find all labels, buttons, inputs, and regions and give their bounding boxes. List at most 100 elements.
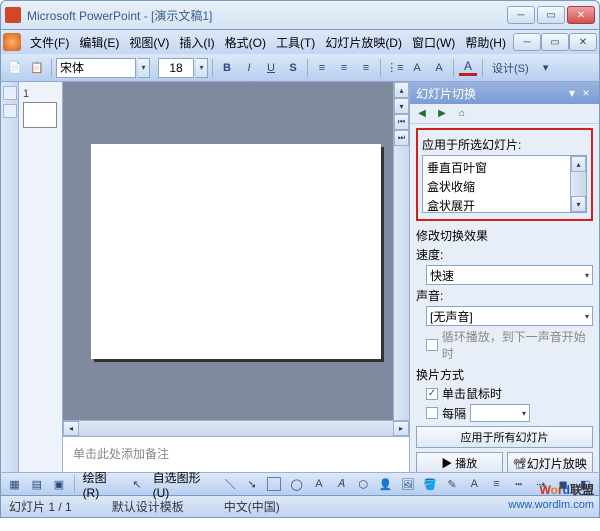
decrease-font-icon[interactable]: A — [429, 58, 449, 78]
onclick-checkbox[interactable]: ✓ — [426, 388, 438, 400]
view-sorter-icon[interactable]: ▤ — [27, 474, 46, 494]
vertical-scrollbar[interactable]: ▴ ▾ ⏮ ⏭ — [393, 82, 409, 420]
taskpane-menu-icon[interactable]: ▾ — [565, 86, 579, 100]
doc-close[interactable]: ✕ — [569, 33, 597, 51]
loop-label: 循环播放，到下一声音开始时 — [442, 328, 593, 362]
nav-forward-icon[interactable]: ▶ — [434, 106, 450, 122]
menu-help[interactable]: 帮助(H) — [460, 32, 511, 53]
font-color-icon2[interactable]: A — [465, 474, 484, 494]
scroll-left-icon[interactable]: ◂ — [63, 421, 79, 436]
transition-item[interactable]: 垂直百叶窗 — [427, 158, 566, 177]
bullets-icon[interactable]: ⋮≡ — [385, 58, 405, 78]
align-left-icon[interactable]: ≡ — [312, 58, 332, 78]
speed-label: 速度: — [416, 246, 450, 263]
interval-input[interactable]: ▾ — [470, 404, 530, 422]
menu-format[interactable]: 格式(O) — [220, 32, 271, 53]
prev-slide-icon[interactable]: ⏮ — [394, 114, 409, 130]
underline-button[interactable]: U — [261, 58, 281, 78]
transition-item[interactable]: 盒状展开 — [427, 196, 566, 215]
select-icon[interactable]: ↖ — [127, 474, 146, 494]
design-button[interactable]: 设计(S) — [487, 58, 534, 78]
menu-file[interactable]: 文件(F) — [25, 32, 74, 53]
textbox-icon[interactable]: A — [309, 474, 328, 494]
wordart-icon[interactable]: 𝐴 — [331, 474, 350, 494]
fontsize-dropdown[interactable]: ▾ — [196, 58, 208, 78]
font-color-icon[interactable]: A — [458, 58, 478, 78]
loop-checkbox[interactable] — [426, 339, 438, 351]
line-color-icon[interactable]: ✎ — [443, 474, 462, 494]
scroll-down-icon[interactable]: ▾ — [394, 98, 409, 114]
close-button[interactable]: ✕ — [567, 6, 595, 24]
view-normal-icon[interactable]: ▦ — [5, 474, 24, 494]
scroll-right-icon[interactable]: ▸ — [393, 421, 409, 436]
dash-style-icon[interactable]: ┅ — [509, 474, 528, 494]
diagram-icon[interactable]: ⬡ — [354, 474, 373, 494]
increase-font-icon[interactable]: A — [407, 58, 427, 78]
app-icon — [5, 7, 21, 23]
thumbnail-pane: 1 — [19, 82, 63, 472]
taskpane-title: 幻灯片切换 — [416, 85, 476, 102]
doc-restore[interactable]: ▭ — [541, 33, 569, 51]
font-select[interactable]: 宋体 — [56, 58, 136, 78]
nav-back-icon[interactable]: ◀ — [414, 106, 430, 122]
sound-select[interactable]: [无声音]▾ — [426, 306, 593, 326]
advance-label: 换片方式 — [416, 366, 593, 383]
draw-menu[interactable]: 绘图(R) — [80, 469, 125, 500]
fontsize-select[interactable]: 18 — [158, 58, 194, 78]
fill-color-icon[interactable]: 🪣 — [420, 474, 439, 494]
list-scroll-down[interactable]: ▾ — [571, 196, 586, 212]
view-show-icon[interactable]: ▣ — [49, 474, 68, 494]
rectangle-icon[interactable] — [265, 474, 284, 494]
transition-list[interactable]: 垂直百叶窗 盒状收缩 盒状展开 ▴ ▾ — [422, 155, 587, 213]
status-slide: 幻灯片 1 / 1 — [9, 498, 72, 515]
maximize-button[interactable]: ▭ — [537, 6, 565, 24]
slide-canvas[interactable] — [91, 144, 381, 359]
play-button[interactable]: ▶ 播放 — [416, 452, 503, 472]
menu-view[interactable]: 视图(V) — [124, 32, 174, 53]
menu-tools[interactable]: 工具(T) — [271, 32, 320, 53]
outline-tab-icon[interactable] — [3, 86, 17, 100]
menu-window[interactable]: 窗口(W) — [407, 32, 460, 53]
arrow-icon[interactable]: ➘ — [243, 474, 262, 494]
transition-item[interactable]: 盒状收缩 — [427, 177, 566, 196]
align-right-icon[interactable]: ≡ — [356, 58, 376, 78]
shadow-style-icon[interactable]: ◼ — [554, 474, 573, 494]
menu-edit[interactable]: 编辑(E) — [74, 32, 124, 53]
new-icon[interactable]: 📄 — [5, 58, 25, 78]
menu-slideshow[interactable]: 幻灯片放映(D) — [320, 32, 407, 53]
toolbar-overflow[interactable]: ▾ — [536, 58, 556, 78]
scroll-up-icon[interactable]: ▴ — [394, 82, 409, 98]
bold-button[interactable]: B — [217, 58, 237, 78]
nav-home-icon[interactable]: ⌂ — [454, 106, 470, 122]
notes-pane[interactable]: 单击此处添加备注 — [63, 436, 409, 472]
italic-button[interactable]: I — [239, 58, 259, 78]
arrow-style-icon[interactable]: ⇢ — [531, 474, 550, 494]
paste-icon[interactable]: 📋 — [27, 58, 47, 78]
taskpane-header: 幻灯片切换 ▾ × — [410, 82, 599, 104]
align-center-icon[interactable]: ≡ — [334, 58, 354, 78]
autoshapes-menu[interactable]: 自选图形(U) — [150, 469, 218, 500]
horizontal-scrollbar[interactable]: ◂ ▸ — [63, 420, 409, 436]
shadow-button[interactable]: S — [283, 58, 303, 78]
speed-value: 快速 — [430, 267, 454, 284]
3d-style-icon[interactable]: ◧ — [576, 474, 595, 494]
minimize-button[interactable]: ─ — [507, 6, 535, 24]
line-style-icon[interactable]: ≡ — [487, 474, 506, 494]
next-slide-icon[interactable]: ⏭ — [394, 130, 409, 146]
font-dropdown[interactable]: ▾ — [138, 58, 150, 78]
clipart-icon[interactable]: 👤 — [376, 474, 395, 494]
doc-minimize[interactable]: ─ — [513, 33, 541, 51]
apply-all-button[interactable]: 应用于所有幻灯片 — [416, 426, 593, 448]
speed-select[interactable]: 快速▾ — [426, 265, 593, 285]
taskpane-close-icon[interactable]: × — [579, 86, 593, 100]
slideshow-button[interactable]: 📽 幻灯片放映 — [507, 452, 594, 472]
picture-icon[interactable]: 🖼 — [398, 474, 417, 494]
slide-thumbnail[interactable] — [23, 102, 57, 128]
line-icon[interactable]: ＼ — [220, 474, 239, 494]
every-checkbox[interactable] — [426, 407, 438, 419]
office-button[interactable] — [3, 33, 21, 51]
oval-icon[interactable]: ◯ — [287, 474, 306, 494]
list-scroll-up[interactable]: ▴ — [571, 156, 586, 172]
menu-insert[interactable]: 插入(I) — [174, 32, 219, 53]
slides-tab-icon[interactable] — [3, 104, 17, 118]
